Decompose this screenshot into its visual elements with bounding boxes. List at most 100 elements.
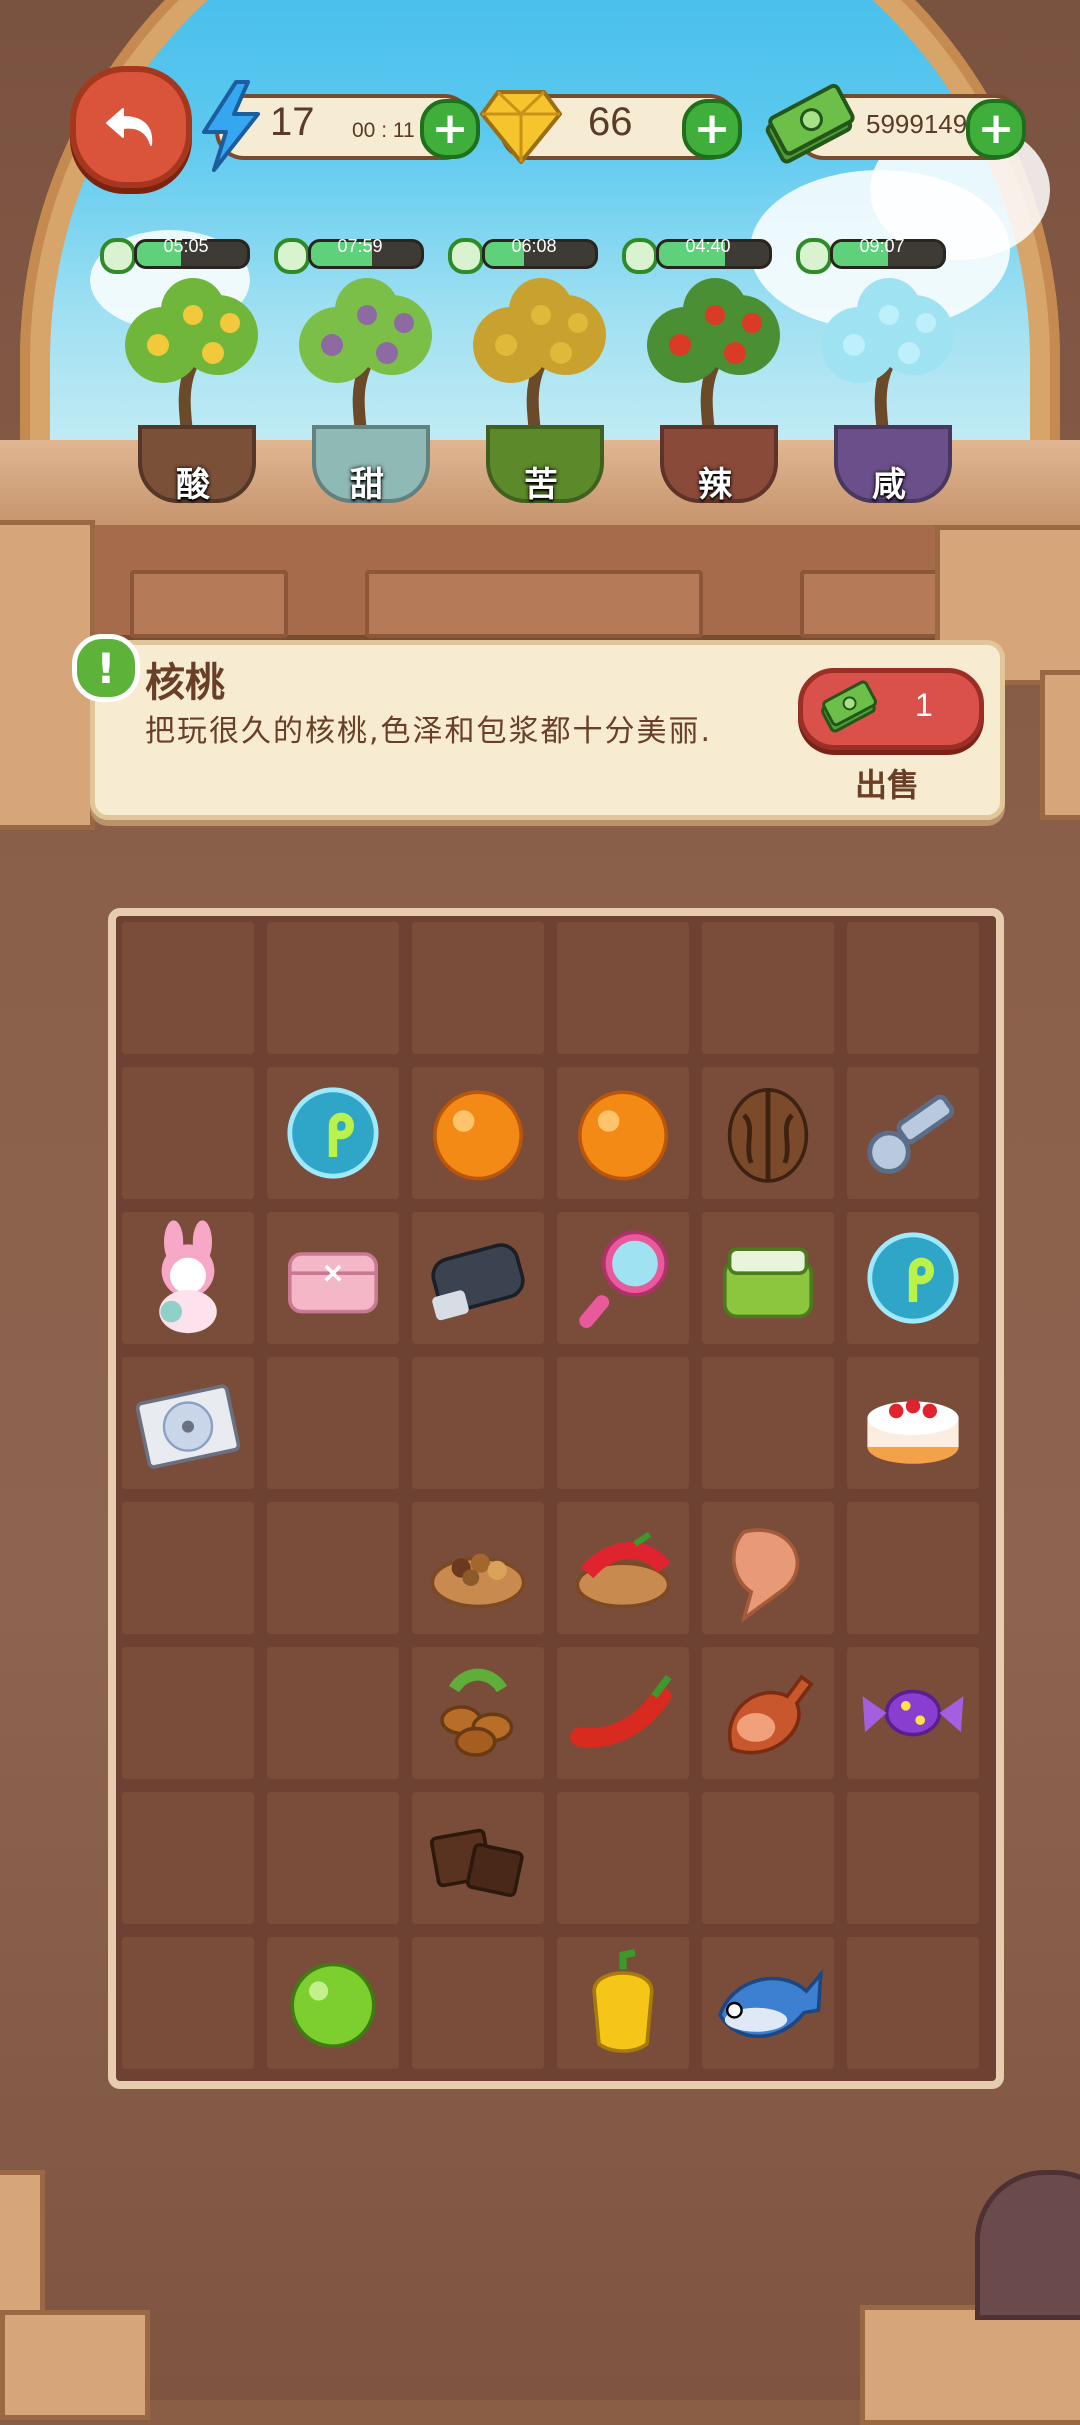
back-button[interactable] bbox=[70, 66, 192, 188]
drawer bbox=[365, 570, 703, 638]
grid-cell[interactable] bbox=[267, 1937, 399, 2069]
chili-bowl-icon bbox=[575, 1531, 671, 1609]
seed-bubble-icon bbox=[287, 1087, 379, 1179]
grid-cell[interactable] bbox=[412, 1937, 544, 2069]
grid-cell[interactable] bbox=[847, 1357, 979, 1489]
chocolate-icon bbox=[429, 1828, 524, 1898]
grid-cell[interactable] bbox=[412, 1502, 544, 1634]
item-name: 核桃 bbox=[145, 660, 225, 706]
strawberry-cake-icon bbox=[867, 1399, 959, 1464]
grid-cell[interactable] bbox=[122, 1792, 254, 1924]
plant-label: 酸 bbox=[176, 465, 210, 505]
grid-cell[interactable] bbox=[702, 1937, 834, 2069]
grow-timer-text: 07:59 bbox=[337, 236, 383, 256]
lunch-box-icon bbox=[723, 1247, 813, 1319]
dried-fish-icon bbox=[731, 1528, 800, 1623]
add-cash-button[interactable]: + bbox=[966, 99, 1026, 159]
grid-cell[interactable] bbox=[267, 1067, 399, 1199]
mixed-nuts-bowl-icon bbox=[430, 1553, 526, 1609]
grid-cell[interactable] bbox=[557, 1357, 689, 1489]
grid-cell[interactable] bbox=[847, 1647, 979, 1779]
grow-timer-text: 09:07 bbox=[859, 236, 905, 256]
grow-timer-text: 06:08 bbox=[511, 236, 557, 256]
grid-cell[interactable] bbox=[702, 1647, 834, 1779]
grid-cell[interactable] bbox=[122, 1647, 254, 1779]
fish-icon bbox=[718, 1968, 823, 2038]
grid-cell[interactable] bbox=[847, 922, 979, 1054]
ham-leg-icon bbox=[728, 1674, 814, 1755]
grid-cell[interactable] bbox=[412, 1792, 544, 1924]
plant-label: 苦 bbox=[524, 465, 558, 505]
grid-cell[interactable] bbox=[847, 1792, 979, 1924]
add-energy-button[interactable]: + bbox=[420, 99, 480, 159]
grid-cell[interactable] bbox=[412, 1067, 544, 1199]
crate bbox=[1040, 670, 1080, 820]
grid-cell[interactable] bbox=[557, 1212, 689, 1344]
grid-cell[interactable] bbox=[847, 1212, 979, 1344]
seed-bubble-icon bbox=[867, 1232, 959, 1324]
candy-icon bbox=[862, 1689, 964, 1737]
pink-wallet-icon bbox=[288, 1252, 378, 1314]
grid-cell[interactable] bbox=[267, 1792, 399, 1924]
grid-cell[interactable] bbox=[557, 1502, 689, 1634]
grid-cell[interactable] bbox=[557, 1067, 689, 1199]
grid-cell[interactable] bbox=[267, 922, 399, 1054]
coffee-beans-icon bbox=[440, 1668, 514, 1757]
gem-value: 66 bbox=[588, 100, 633, 144]
grid-cell[interactable] bbox=[412, 922, 544, 1054]
sell-price-value: 1 bbox=[915, 687, 933, 723]
grid-cell[interactable] bbox=[267, 1502, 399, 1634]
grid-cell[interactable] bbox=[702, 1067, 834, 1199]
grid-cell[interactable] bbox=[412, 1212, 544, 1344]
plant-label: 辣 bbox=[698, 465, 732, 505]
grid-cell[interactable] bbox=[122, 1357, 254, 1489]
yellow-pepper-icon bbox=[592, 1949, 654, 2053]
gem-icon bbox=[480, 90, 562, 164]
cash-value: 5999149 bbox=[866, 109, 968, 139]
grid-cell[interactable] bbox=[847, 1502, 979, 1634]
grid-cell[interactable] bbox=[122, 1937, 254, 2069]
lightning-icon bbox=[202, 80, 260, 172]
plush-bunny-icon bbox=[159, 1220, 217, 1334]
sell-label[interactable]: 出售 bbox=[855, 760, 919, 806]
grid-cell[interactable] bbox=[267, 1357, 399, 1489]
sell-price-button[interactable]: 1 bbox=[798, 668, 984, 750]
add-gems-button[interactable]: + bbox=[682, 99, 742, 159]
drawer bbox=[130, 570, 288, 638]
hand-mirror-icon bbox=[579, 1230, 668, 1328]
cd-case-icon bbox=[135, 1384, 241, 1469]
walnut-icon bbox=[727, 1088, 809, 1183]
grid-cell[interactable] bbox=[122, 1502, 254, 1634]
grid-cell[interactable] bbox=[847, 1937, 979, 2069]
grid-cell[interactable] bbox=[122, 1067, 254, 1199]
grid-cell[interactable] bbox=[702, 1792, 834, 1924]
energy-timer: 00 : 11 bbox=[352, 119, 415, 142]
grid-cell[interactable] bbox=[847, 1067, 979, 1199]
grow-timer-text: 05:05 bbox=[163, 236, 209, 256]
back-arrow-icon bbox=[106, 108, 153, 146]
grid-cell[interactable] bbox=[702, 1502, 834, 1634]
grid-cell[interactable] bbox=[412, 1647, 544, 1779]
grid-cell[interactable] bbox=[557, 1647, 689, 1779]
crate bbox=[860, 2305, 1080, 2425]
grid-cell[interactable] bbox=[267, 1647, 399, 1779]
grid-cell[interactable] bbox=[267, 1212, 399, 1344]
grid-cell[interactable] bbox=[122, 922, 254, 1054]
grid-cell[interactable] bbox=[702, 1357, 834, 1489]
plant-label: 咸 bbox=[872, 465, 906, 505]
grid-cell[interactable] bbox=[702, 922, 834, 1054]
grid-cell[interactable] bbox=[122, 1212, 254, 1344]
orange-icon bbox=[433, 1090, 523, 1181]
grid-cell[interactable] bbox=[557, 1792, 689, 1924]
grid-cell[interactable] bbox=[702, 1212, 834, 1344]
plant-label: 甜 bbox=[350, 465, 384, 505]
info-alert-icon: ! bbox=[72, 634, 140, 702]
energy-value: 17 bbox=[270, 100, 315, 144]
grid-cell[interactable] bbox=[557, 922, 689, 1054]
grow-timer-text: 04:40 bbox=[685, 236, 731, 256]
crate bbox=[0, 2310, 150, 2420]
grid-cell[interactable] bbox=[412, 1357, 544, 1489]
car-key-fob-icon bbox=[431, 1243, 525, 1321]
item-description: 把玩很久的核桃,色泽和包浆都十分美丽. bbox=[145, 714, 713, 749]
grid-cell[interactable] bbox=[557, 1937, 689, 2069]
